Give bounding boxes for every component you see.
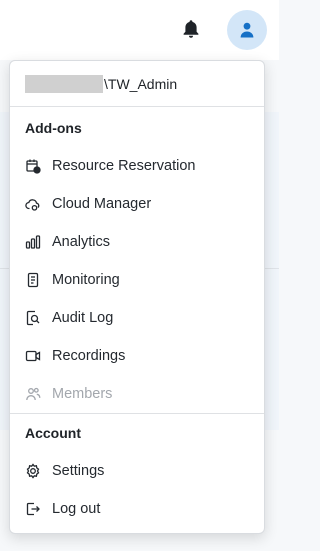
menu-item-label: Recordings [52,348,126,364]
addons-section-title: Add-ons [25,120,82,136]
menu-item-recordings[interactable]: Recordings [10,337,264,375]
current-user: \TW_Admin [10,62,264,107]
video-icon [25,348,41,364]
people-icon [25,386,41,402]
menu-item-analytics[interactable]: Analytics [10,223,264,261]
user-avatar-button[interactable] [227,10,267,50]
clipboard-icon [25,272,41,288]
calendar-clock-icon [25,158,41,174]
menu-item-cloud-manager[interactable]: Cloud Manager [10,185,264,223]
menu-item-label: Audit Log [52,310,114,326]
menu-item-members: Members [10,375,264,413]
user-icon [240,22,254,38]
user-account-name: \TW_Admin [104,76,178,92]
logout-icon [25,501,41,517]
menu-item-label: Cloud Manager [52,196,152,212]
gear-icon [25,463,41,479]
bell-icon [183,20,199,38]
menu-item-label: Log out [52,501,101,517]
menu-item-settings[interactable]: Settings [10,452,264,490]
menu-item-label: Settings [52,463,105,479]
menu-item-label: Members [52,386,113,402]
user-dropdown-menu: \TW_Admin Add-ons Resource Reservation C… [9,60,265,534]
menu-item-audit-log[interactable]: Audit Log [10,299,264,337]
bar-chart-icon [25,234,41,250]
menu-item-label: Monitoring [52,272,120,288]
top-bar [0,0,279,60]
account-section-title: Account [25,425,81,441]
menu-item-label: Analytics [52,234,111,250]
menu-item-monitoring[interactable]: Monitoring [10,261,264,299]
notifications-button[interactable] [179,17,203,41]
redacted-username [25,75,103,93]
document-search-icon [25,310,41,326]
menu-item-log-out[interactable]: Log out [10,490,264,528]
menu-item-label: Resource Reservation [52,158,196,174]
cloud-settings-icon [25,196,41,212]
menu-item-resource-reservation[interactable]: Resource Reservation [10,147,264,185]
